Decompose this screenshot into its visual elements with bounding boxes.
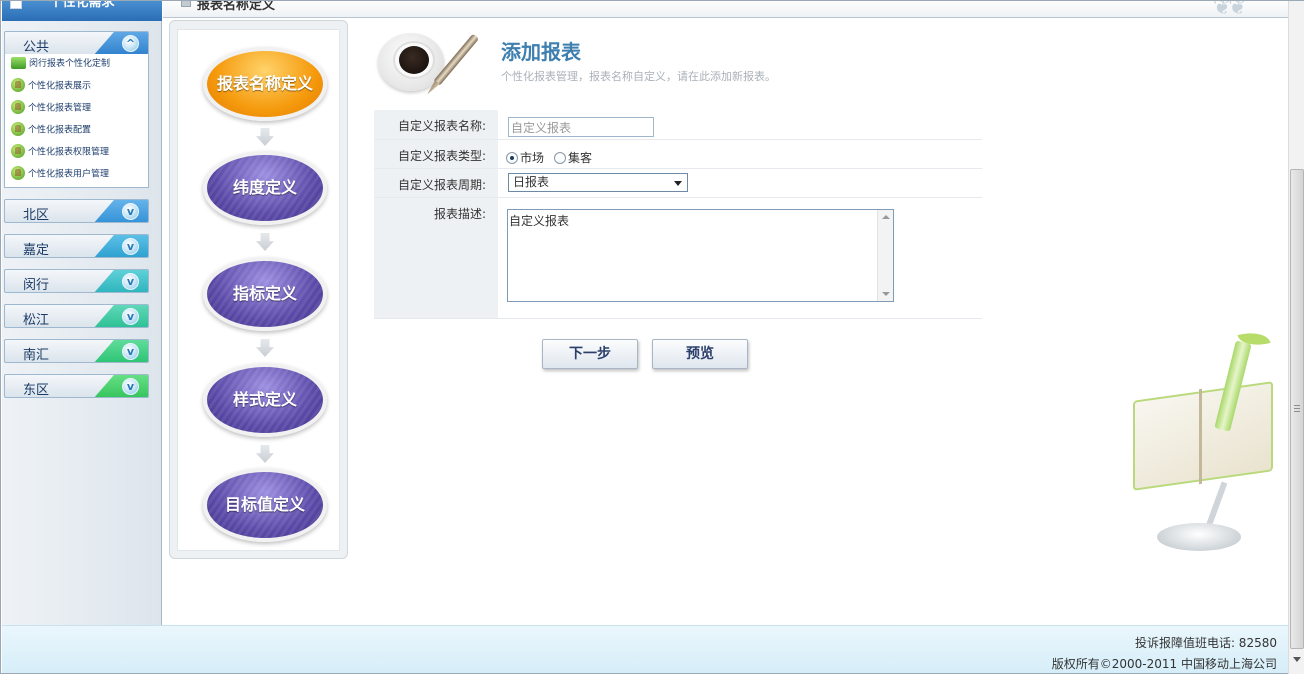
step-report-name[interactable]: 报表名称定义 [203, 47, 327, 121]
steps-panel: 报表名称定义 纬度定义 指标定义 样式定义 目标值定义 [169, 20, 348, 559]
step-indicator[interactable]: 指标定义 [203, 257, 327, 331]
page-header: 添加报表 个性化报表管理，报表名称自定义，请在此添加新报表。 [374, 19, 894, 105]
form-row-description: 报表描述: 自定义报表 [374, 198, 982, 319]
sidebar-header-icon [10, 1, 22, 9]
page-icon [181, 1, 191, 7]
report-description-textarea[interactable]: 自定义报表 [507, 209, 894, 302]
page-subtitle: 个性化报表管理，报表名称自定义，请在此添加新报表。 [501, 70, 776, 83]
expand-icon[interactable]: v [122, 343, 139, 360]
report-type-label: 自定义报表类型: [374, 140, 498, 168]
form-row-name: 自定义报表名称: [374, 110, 982, 140]
expand-icon[interactable]: v [122, 238, 139, 255]
sidebar-item-report-manage[interactable]: 个性化报表管理 [11, 100, 91, 118]
decoration-icon: ❦❦ [1213, 1, 1247, 18]
report-description-label: 报表描述: [374, 198, 498, 318]
sidebar: 个性化需求 公共 ^ 闵行报表个性化定制 个性化报表展示 个性化报表管理 个性化… [2, 1, 162, 625]
report-name-label: 自定义报表名称: [374, 110, 498, 139]
report-form: 自定义报表名称: 自定义报表类型: 市场 集客 自定义报表周期: 日报表 报表描… [374, 110, 982, 319]
report-name-input[interactable] [508, 117, 654, 137]
sidebar-group-minhang[interactable]: 闵行 v [4, 269, 149, 293]
sidebar-item-minhang-custom[interactable]: 闵行报表个性化定制 [11, 56, 110, 74]
sidebar-group-label: 公共 [23, 40, 50, 55]
sidebar-group-north[interactable]: 北区 v [4, 199, 149, 223]
chevron-down-icon [674, 181, 682, 186]
sidebar-group-public-items: 闵行报表个性化定制 个性化报表展示 个性化报表管理 个性化报表配置 个性化报表权… [4, 54, 149, 188]
flag-icon [11, 56, 26, 69]
globe-icon [11, 78, 25, 92]
report-period-select[interactable]: 日报表 [508, 173, 688, 192]
breadcrumb-text: 报表名称定义 [197, 1, 276, 13]
next-step-button[interactable]: 下一步 [542, 339, 638, 369]
app-window: 个性化需求 公共 ^ 闵行报表个性化定制 个性化报表展示 个性化报表管理 个性化… [0, 0, 1304, 674]
globe-icon [11, 166, 25, 180]
scrollbar-thumb[interactable] [1290, 169, 1304, 649]
breadcrumb: 报表名称定义 ❦❦ [163, 1, 1289, 18]
sidebar-group-jiading[interactable]: 嘉定 v [4, 234, 149, 258]
textarea-scrollbar[interactable] [877, 210, 893, 301]
radio-checked-icon [506, 152, 518, 164]
radio-market[interactable]: 市场 [506, 149, 544, 166]
sidebar-group-nanhui[interactable]: 南汇 v [4, 339, 149, 363]
form-row-type: 自定义报表类型: 市场 集客 [374, 140, 982, 169]
step-style[interactable]: 样式定义 [203, 363, 327, 437]
sidebar-item-report-users[interactable]: 个性化报表用户管理 [11, 166, 109, 184]
vertical-scrollbar[interactable] [1288, 1, 1304, 674]
preview-button[interactable]: 预览 [652, 339, 748, 369]
sidebar-item-report-permission[interactable]: 个性化报表权限管理 [11, 144, 109, 162]
book-illustration [1121, 327, 1281, 561]
expand-icon[interactable]: v [122, 273, 139, 290]
globe-icon [11, 144, 25, 158]
scroll-down-icon[interactable] [1293, 657, 1301, 662]
arrow-down-icon [256, 445, 274, 463]
expand-icon[interactable]: v [122, 378, 139, 395]
sidebar-group-public[interactable]: 公共 ^ [4, 31, 149, 55]
page-title: 添加报表 [501, 40, 581, 64]
sidebar-item-report-config[interactable]: 个性化报表配置 [11, 122, 91, 140]
globe-icon [11, 100, 25, 114]
hotline-text: 投诉报障值班电话: 82580 [1134, 636, 1277, 650]
arrow-down-icon [256, 128, 274, 146]
radio-group-customer[interactable]: 集客 [554, 149, 592, 166]
sidebar-header: 个性化需求 [2, 1, 162, 21]
step-target-value[interactable]: 目标值定义 [203, 468, 327, 542]
step-dimension[interactable]: 纬度定义 [203, 151, 327, 225]
collapse-icon[interactable]: ^ [122, 35, 139, 52]
sidebar-group-east[interactable]: 东区 v [4, 374, 149, 398]
expand-icon[interactable]: v [122, 308, 139, 325]
arrow-down-icon [256, 339, 274, 357]
sidebar-item-report-display[interactable]: 个性化报表展示 [11, 78, 91, 96]
copyright-text: 版权所有©2000-2011 中国移动上海公司 [1051, 657, 1277, 671]
expand-icon[interactable]: v [122, 203, 139, 220]
radio-unchecked-icon [554, 152, 566, 164]
arrow-down-icon [256, 233, 274, 251]
sidebar-group-songjiang[interactable]: 松江 v [4, 304, 149, 328]
footer: 投诉报障值班电话: 82580 版权所有©2000-2011 中国移动上海公司 [2, 625, 1288, 673]
globe-icon [11, 122, 25, 136]
sidebar-title: 个性化需求 [49, 1, 115, 10]
report-period-label: 自定义报表周期: [374, 169, 498, 197]
form-row-period: 自定义报表周期: 日报表 [374, 169, 982, 198]
